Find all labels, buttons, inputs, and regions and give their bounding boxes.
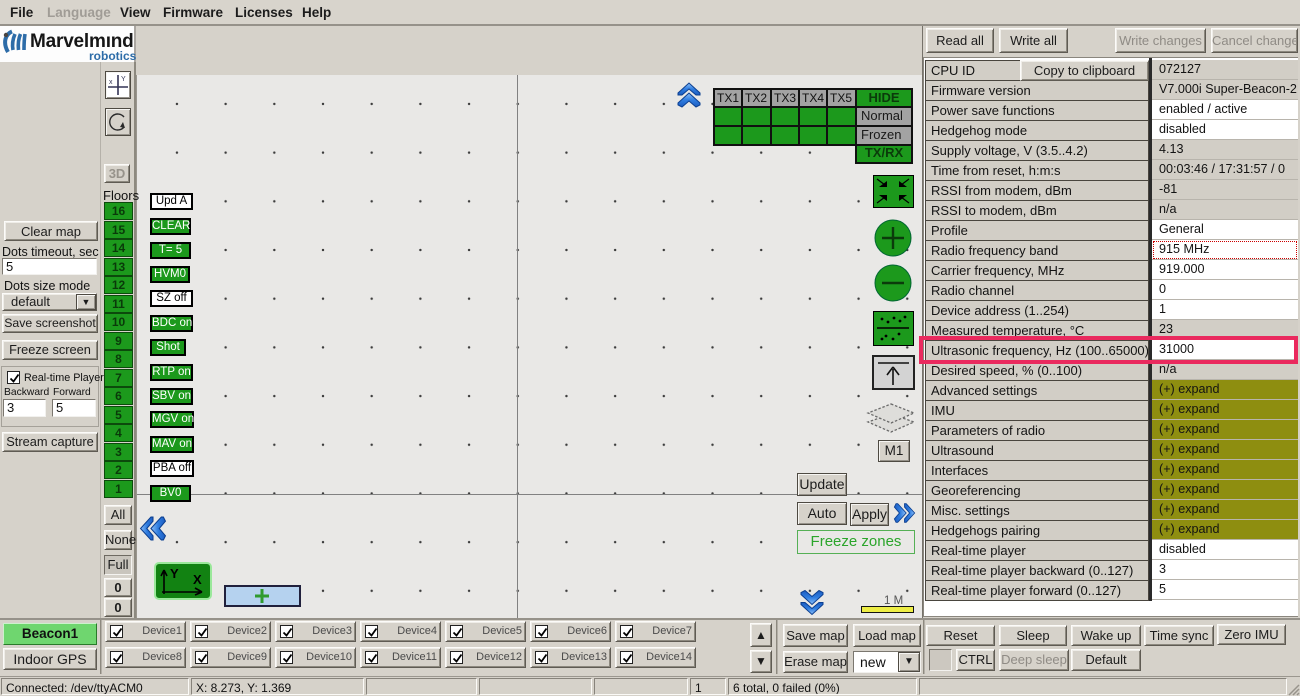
svg-text:Y: Y [121, 76, 126, 83]
svg-text:X: X [193, 572, 202, 587]
svg-text:x: x [109, 79, 113, 86]
svg-text:Y: Y [170, 566, 179, 581]
